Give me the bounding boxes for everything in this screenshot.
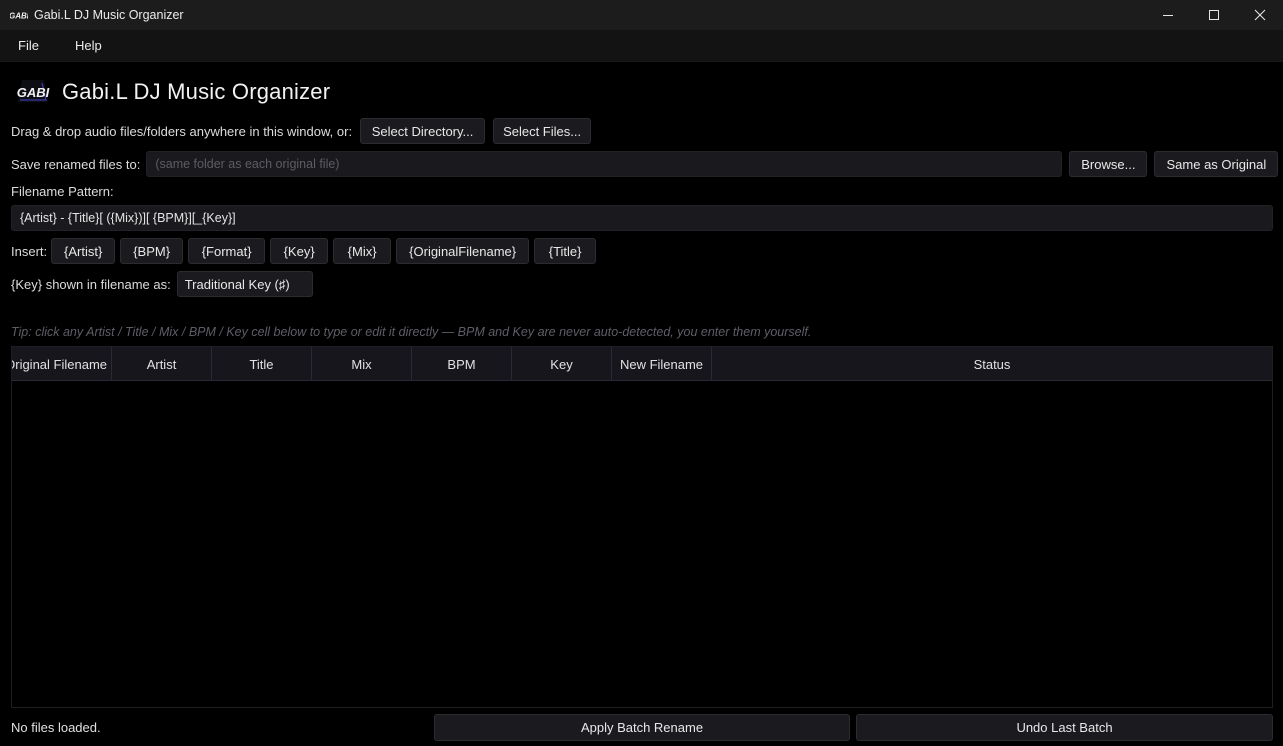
- app-header: GABI Gabi.L DJ Music Organizer: [14, 76, 330, 108]
- menu-file[interactable]: File: [0, 30, 57, 62]
- status-label: No files loaded.: [11, 720, 101, 735]
- column-original-filename[interactable]: Original Filename: [12, 347, 112, 381]
- undo-last-batch-button[interactable]: Undo Last Batch: [856, 714, 1273, 741]
- svg-text:GABI: GABI: [10, 12, 28, 21]
- source-row: Drag & drop audio files/folders anywhere…: [11, 118, 592, 144]
- select-directory-button[interactable]: Select Directory...: [360, 118, 486, 144]
- insert-artist-button[interactable]: {Artist}: [51, 238, 116, 264]
- save-directory-input[interactable]: (same folder as each original file): [146, 151, 1063, 177]
- window-title: Gabi.L DJ Music Organizer: [34, 8, 184, 22]
- save-row: Save renamed files to: (same folder as e…: [11, 151, 1279, 177]
- app-icon: GABI: [10, 8, 28, 22]
- column-key[interactable]: Key: [512, 347, 612, 381]
- filename-pattern-input[interactable]: {Artist} - {Title}[ ({Mix})][ {BPM}][_{K…: [11, 205, 1273, 231]
- app-logo: GABI: [14, 76, 52, 108]
- close-icon[interactable]: [1237, 0, 1283, 30]
- drag-drop-label: Drag & drop audio files/folders anywhere…: [11, 123, 353, 139]
- insert-row: Insert: {Artist} {BPM} {Format} {Key} {M…: [11, 238, 597, 264]
- same-as-original-button[interactable]: Same as Original: [1154, 151, 1279, 177]
- tip-text: Tip: click any Artist / Title / Mix / BP…: [11, 325, 812, 339]
- files-table[interactable]: Original Filename Artist Title Mix BPM K…: [11, 346, 1273, 708]
- insert-label: Insert:: [11, 243, 48, 259]
- insert-title-button[interactable]: {Title}: [534, 238, 597, 264]
- apply-batch-rename-button[interactable]: Apply Batch Rename: [434, 714, 850, 741]
- menu-help[interactable]: Help: [57, 30, 120, 62]
- insert-bpm-button[interactable]: {BPM}: [120, 238, 184, 264]
- select-files-button[interactable]: Select Files...: [493, 118, 592, 144]
- column-status[interactable]: Status: [712, 347, 1272, 381]
- column-bpm[interactable]: BPM: [412, 347, 512, 381]
- app-heading: Gabi.L DJ Music Organizer: [62, 79, 331, 104]
- key-display-row: {Key} shown in filename as: Traditional …: [11, 271, 313, 297]
- column-new-filename[interactable]: New Filename: [612, 347, 712, 381]
- menu-bar: File Help: [0, 30, 1283, 62]
- insert-format-button[interactable]: {Format}: [188, 238, 266, 264]
- filename-pattern-label: Filename Pattern:: [11, 184, 114, 199]
- key-display-dropdown[interactable]: Traditional Key (♯): [176, 271, 313, 297]
- insert-originalfilename-button[interactable]: {OriginalFilename}: [396, 238, 530, 264]
- insert-mix-button[interactable]: {Mix}: [333, 238, 392, 264]
- maximize-icon[interactable]: [1191, 0, 1237, 30]
- column-mix[interactable]: Mix: [312, 347, 412, 381]
- minimize-icon[interactable]: [1145, 0, 1191, 30]
- table-header: Original Filename Artist Title Mix BPM K…: [12, 347, 1272, 381]
- column-title[interactable]: Title: [212, 347, 312, 381]
- svg-text:GABI: GABI: [17, 85, 50, 100]
- save-to-label: Save renamed files to:: [11, 156, 141, 172]
- insert-key-button[interactable]: {Key}: [270, 238, 329, 264]
- title-bar: GABI Gabi.L DJ Music Organizer: [0, 0, 1283, 30]
- key-display-label: {Key} shown in filename as:: [11, 276, 171, 292]
- column-artist[interactable]: Artist: [112, 347, 212, 381]
- browse-button[interactable]: Browse...: [1069, 151, 1148, 177]
